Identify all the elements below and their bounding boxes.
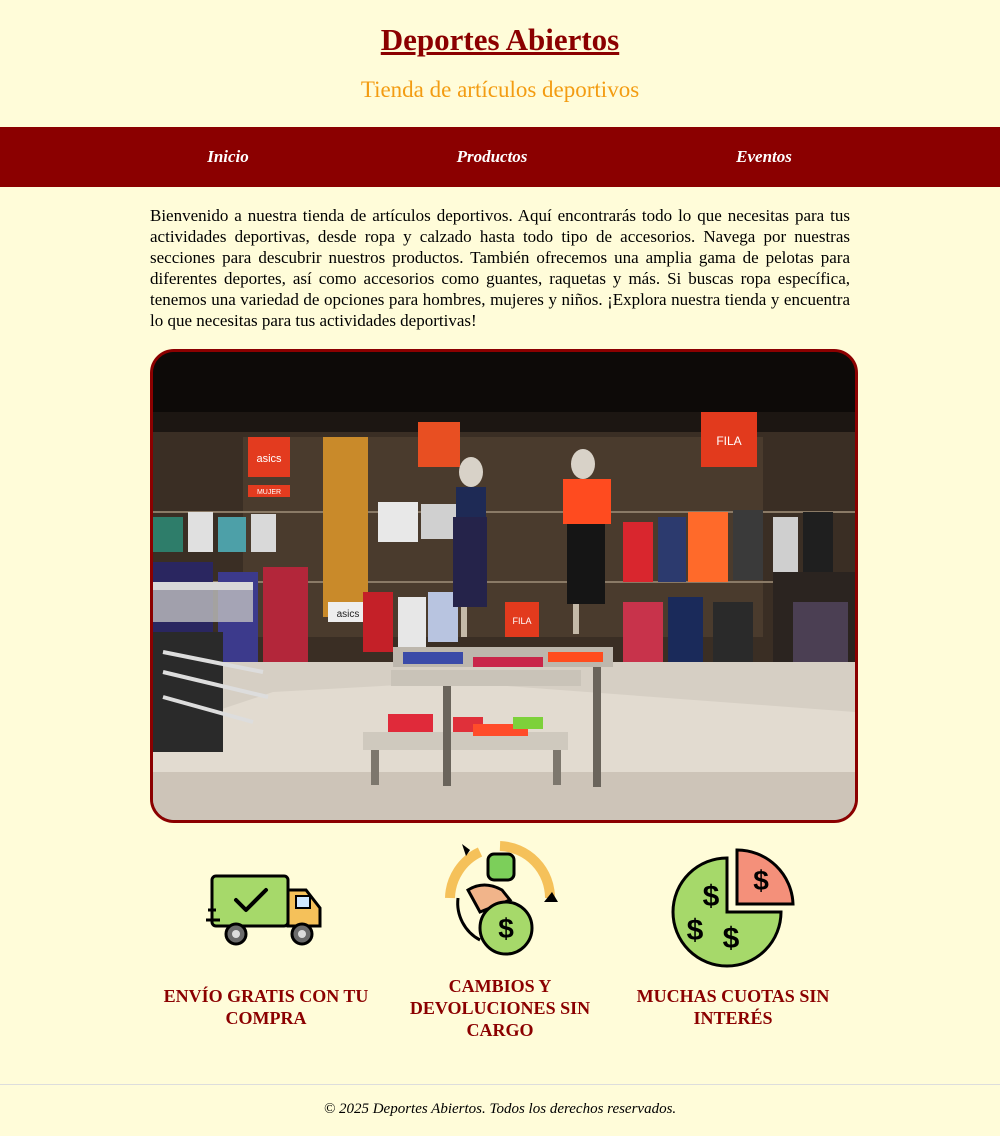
feature-returns-label: Cambios y devoluciones sin cargo [409, 976, 591, 1040]
sign-asics-poster: asics [337, 609, 360, 620]
sign-asics-top: asics [256, 453, 282, 465]
site-title: Deportes Abiertos [380, 22, 620, 57]
nav-item-inicio[interactable]: Inicio [207, 147, 249, 167]
sign-fila-center: FILA [512, 616, 531, 626]
money-exchange-icon: $ [445, 841, 558, 956]
copyright-text: © 2025 Deportes Abiertos. Todos los dere… [323, 1101, 677, 1117]
svg-text:$: $ [753, 865, 769, 896]
delivery-truck-icon [206, 874, 322, 946]
svg-text:$: $ [687, 914, 704, 947]
installments-pie-icon: $ $ $ $ [671, 848, 795, 968]
feature-installments-label: Muchas cuotas sin interés [636, 986, 830, 1028]
svg-text:$: $ [703, 880, 720, 913]
main-nav: Inicio Productos Eventos [0, 127, 1000, 187]
feature-free-shipping: Envío gratis con tu compra [146, 835, 386, 1029]
svg-text:$: $ [723, 922, 740, 955]
intro-paragraph: Bienvenido a nuestra tienda de artículos… [150, 206, 850, 330]
site-subtitle: Tienda de artículos deportivos [360, 77, 640, 102]
sign-mujer: MUJER [257, 489, 281, 496]
svg-text:$: $ [498, 913, 514, 944]
site-header: Deportes Abiertos Tienda de artículos de… [0, 0, 1000, 105]
feature-installments: $ $ $ $ Muchas cuotas sin interés [613, 835, 853, 1029]
site-footer: © 2025 Deportes Abiertos. Todos los dere… [0, 1084, 1000, 1136]
sign-fila-top: FILA [716, 434, 741, 448]
feature-free-shipping-label: Envío gratis con tu compra [163, 986, 369, 1028]
feature-returns: $ Cambios y devoluciones sin cargo [380, 825, 620, 1041]
nav-item-productos[interactable]: Productos [457, 147, 528, 167]
nav-item-eventos[interactable]: Eventos [736, 147, 792, 167]
store-photo: asics FILA MUJER asics FILA [150, 349, 858, 823]
